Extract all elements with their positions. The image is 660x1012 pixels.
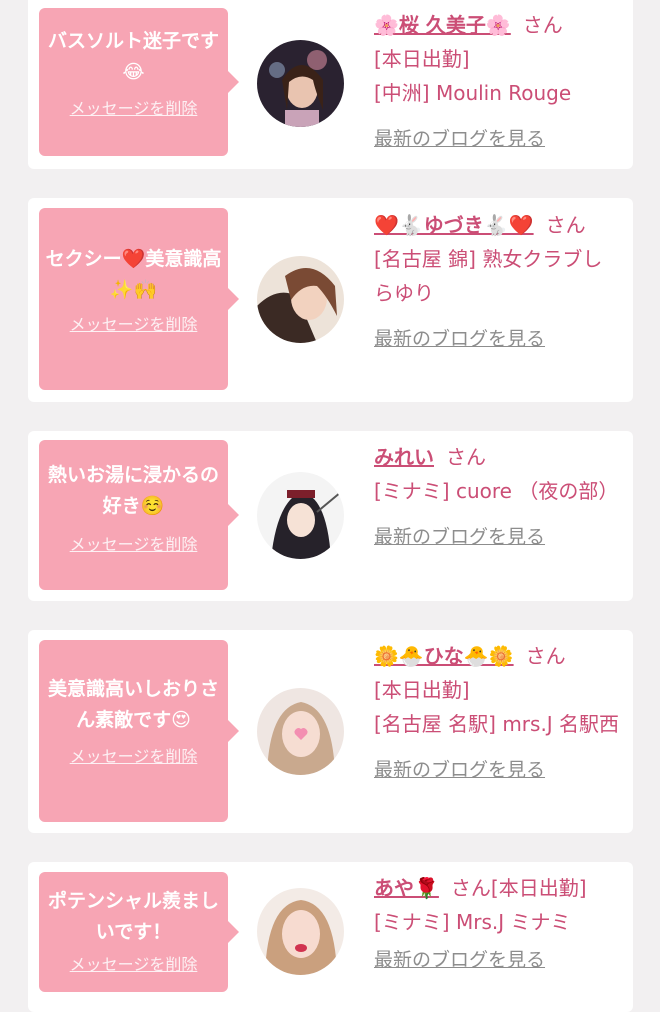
delete-message-link[interactable]: メッセージを削除 — [45, 314, 222, 336]
message-card: 美意識高いしおりさん素敵です😍 メッセージを削除 🌼🐣ひな🐣🌼 さん [本日出勤]… — [28, 630, 633, 833]
avatar[interactable] — [257, 40, 344, 127]
shop-line: [名古屋 名駅] mrs.J 名駅西 — [374, 712, 620, 736]
profile-name-link[interactable]: みれい — [374, 445, 434, 469]
message-bubble: セクシー❤️美意識高✨🙌 メッセージを削除 — [39, 208, 239, 390]
shop-line: [中洲] Moulin Rouge — [374, 81, 572, 105]
latest-blog-link[interactable]: 最新のブログを見る — [374, 322, 622, 356]
honorific: さん — [522, 13, 563, 37]
shop-line: [ミナミ] cuore （夜の部） — [374, 479, 619, 503]
profile-name-link[interactable]: 🌼🐣ひな🐣🌼 — [374, 644, 514, 668]
latest-blog-link[interactable]: 最新のブログを見る — [374, 753, 622, 787]
message-bubble: ポテンシャル羨ましいです！ メッセージを削除 — [39, 872, 239, 992]
message-card: ポテンシャル羨ましいです！ メッセージを削除 あや🌹 さん[本日出勤] [ミナミ]… — [28, 862, 633, 1012]
message-text: バスソルト迷子です😂 — [47, 30, 219, 83]
delete-message-link[interactable]: メッセージを削除 — [45, 954, 222, 976]
honorific: さん — [525, 644, 566, 668]
message-bubble: バスソルト迷子です😂 メッセージを削除 — [39, 8, 239, 156]
profile-name-link[interactable]: あや🌹 — [374, 876, 439, 900]
delete-message-link[interactable]: メッセージを削除 — [45, 534, 222, 556]
message-text: ポテンシャル羨ましいです！ — [47, 890, 219, 943]
profile-info: 🌸桜 久美子🌸 さん [本日出勤] [中洲] Moulin Rouge 最新のブロ… — [374, 8, 622, 156]
avatar[interactable] — [257, 888, 344, 975]
profile-info: みれい さん [ミナミ] cuore （夜の部） 最新のブログを見る — [374, 440, 622, 554]
message-text: 熱いお湯に浸かるの好き☺️ — [47, 464, 219, 517]
status-line: [本日出勤] — [374, 47, 470, 71]
message-card: バスソルト迷子です😂 メッセージを削除 🌸桜 久美子🌸 さん [本日出勤] [中洲… — [28, 0, 633, 169]
message-card: 熱いお湯に浸かるの好き☺️ メッセージを削除 みれい さん [ミナミ] cuore… — [28, 431, 633, 601]
avatar[interactable] — [257, 472, 344, 559]
honorific: さん — [545, 213, 586, 237]
delete-message-link[interactable]: メッセージを削除 — [45, 746, 222, 768]
profile-info: ❤️🐇ゆづき🐇❤️ さん [名古屋 錦] 熟女クラブしらゆり 最新のブログを見る — [374, 208, 622, 356]
avatar[interactable] — [257, 688, 344, 775]
latest-blog-link[interactable]: 最新のブログを見る — [374, 520, 622, 554]
avatar[interactable] — [257, 256, 344, 343]
latest-blog-link[interactable]: 最新のブログを見る — [374, 122, 622, 156]
delete-message-link[interactable]: メッセージを削除 — [45, 98, 222, 120]
latest-blog-link[interactable]: 最新のブログを見る — [374, 943, 622, 977]
message-bubble: 美意識高いしおりさん素敵です😍 メッセージを削除 — [39, 640, 239, 822]
profile-name-link[interactable]: ❤️🐇ゆづき🐇❤️ — [374, 213, 534, 237]
status-line: [本日出勤] — [374, 678, 470, 702]
message-bubble: 熱いお湯に浸かるの好き☺️ メッセージを削除 — [39, 440, 239, 590]
message-text: セクシー❤️美意識高✨🙌 — [45, 248, 222, 301]
honorific: さん — [446, 445, 486, 469]
message-text: 美意識高いしおりさん素敵です😍 — [47, 678, 219, 731]
shop-line: [名古屋 錦] 熟女クラブしらゆり — [374, 247, 603, 305]
honorific: さん[本日出勤] — [450, 876, 587, 900]
message-card: セクシー❤️美意識高✨🙌 メッセージを削除 ❤️🐇ゆづき🐇❤️ さん [名古屋 錦… — [28, 198, 633, 402]
shop-line: [ミナミ] Mrs.J ミナミ — [374, 910, 571, 934]
profile-name-link[interactable]: 🌸桜 久美子🌸 — [374, 13, 511, 37]
profile-info: 🌼🐣ひな🐣🌼 さん [本日出勤] [名古屋 名駅] mrs.J 名駅西 最新のブロ… — [374, 639, 622, 787]
profile-info: あや🌹 さん[本日出勤] [ミナミ] Mrs.J ミナミ 最新のブログを見る — [374, 871, 622, 977]
